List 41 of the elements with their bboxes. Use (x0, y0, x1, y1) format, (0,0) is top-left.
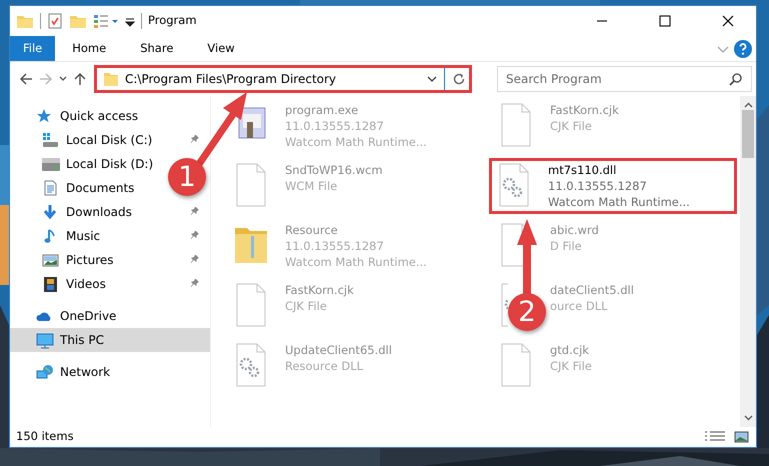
address-bar[interactable]: C:\Program Files\Program Directory (94, 65, 472, 93)
file-menu-button[interactable]: File (10, 36, 56, 61)
ribbon-tab[interactable]: Home (55, 36, 124, 61)
up-icon[interactable] (72, 71, 88, 87)
nav-item[interactable]: OneDrive (10, 304, 210, 328)
scroll-up-icon[interactable] (744, 102, 752, 108)
search-box[interactable]: Search Program (497, 66, 752, 92)
properties-icon[interactable] (47, 12, 63, 30)
nav-item[interactable]: Quick access (10, 104, 210, 128)
monitor-icon (36, 332, 54, 348)
large-icons-view-icon[interactable] (734, 431, 750, 443)
window-title: Program (148, 12, 197, 30)
folder-icon (103, 71, 119, 87)
nav-item[interactable]: Local Disk (D:) (10, 152, 164, 176)
status-text: 150 items (16, 428, 74, 446)
scroll-down-icon[interactable] (744, 415, 752, 421)
drive-icon (42, 132, 60, 148)
nav-item[interactable]: Local Disk (C:) (10, 128, 210, 152)
network-icon (36, 364, 54, 380)
back-icon[interactable] (18, 71, 34, 87)
pictures-icon (42, 252, 60, 268)
nav-item[interactable]: Network (10, 360, 210, 384)
file-label[interactable]: mt7s110.dll 11.0.13555.1287 Watcom Math Runtime... (548, 162, 690, 210)
drive-icon (42, 156, 60, 172)
view-options-icon[interactable] (93, 12, 119, 30)
ribbon-tab[interactable]: View (190, 36, 252, 61)
film-icon (42, 276, 60, 292)
nav-item[interactable]: Videos (10, 272, 210, 296)
nav-item[interactable]: Documents (10, 176, 144, 200)
nav-item[interactable]: This PC (10, 328, 210, 352)
details-view-icon[interactable] (704, 431, 726, 443)
nav-item[interactable]: Downloads (10, 200, 210, 224)
nav-item[interactable]: Pictures (10, 248, 210, 272)
ribbon-tab[interactable]: Share (123, 36, 190, 61)
scroll-thumb[interactable] (742, 110, 754, 158)
nav-item[interactable]: Music (10, 224, 210, 248)
maximize-icon (658, 15, 670, 27)
search-icon (729, 72, 743, 86)
refresh-icon[interactable] (451, 71, 467, 87)
close-icon (722, 15, 734, 27)
address-input[interactable]: C:\Program Files\Program Directory (125, 70, 420, 88)
